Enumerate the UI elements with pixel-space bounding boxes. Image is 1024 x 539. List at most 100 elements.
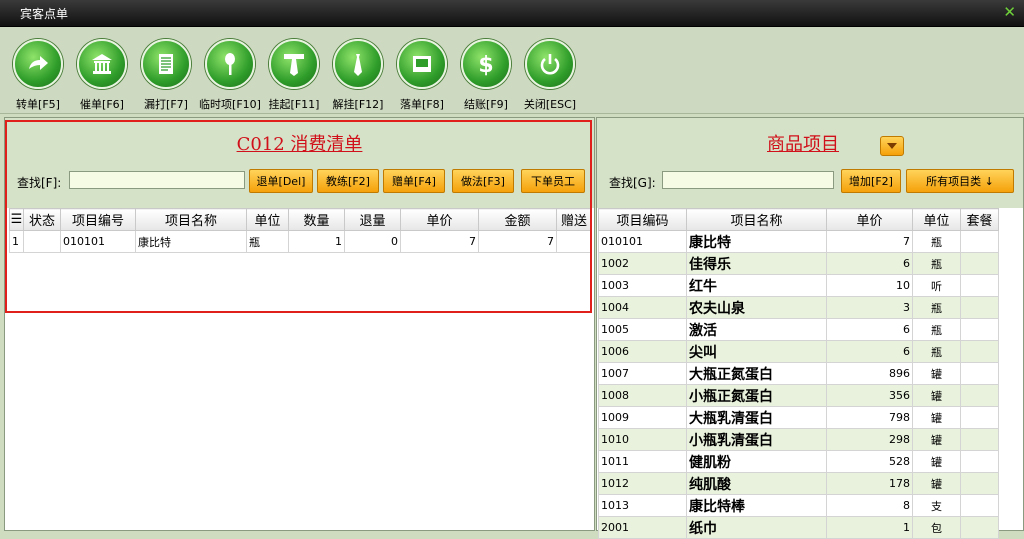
product-unit: 包 — [912, 516, 961, 539]
list-item[interactable]: 2001 纸巾 1 包 — [598, 516, 999, 539]
right-search-label: 查找[G]: — [609, 176, 656, 190]
chevron-down-icon[interactable] — [880, 136, 904, 156]
close-window-button[interactable]: 关闭[ESC] — [518, 39, 582, 112]
product-code: 1007 — [598, 362, 687, 385]
list-item[interactable]: 1009 大瓶乳清蛋白 798 罐 — [598, 406, 999, 429]
col-item-code[interactable]: 项目编号 — [60, 208, 136, 231]
product-set — [960, 252, 999, 275]
product-set — [960, 340, 999, 363]
col-product-name[interactable]: 项目名称 — [686, 208, 827, 231]
temp-item-label: 临时项[F10] — [199, 98, 261, 111]
transfer-order-button[interactable]: 转单[F5] — [6, 39, 70, 112]
close-icon[interactable]: ✕ — [1003, 3, 1016, 21]
col-unit[interactable]: 单位 — [246, 208, 289, 231]
checkout-button[interactable]: $ 结账[F9] — [454, 39, 518, 112]
col-product-unit[interactable]: 单位 — [912, 208, 961, 231]
product-code: 1003 — [598, 274, 687, 297]
product-code: 1011 — [598, 450, 687, 473]
product-set — [960, 296, 999, 319]
coach-button[interactable]: 教练[F2] — [317, 169, 379, 193]
list-item[interactable]: 1004 农夫山泉 3 瓶 — [598, 296, 999, 319]
list-item[interactable]: 1006 尖叫 6 瓶 — [598, 340, 999, 363]
product-set — [960, 516, 999, 539]
necktie-icon — [333, 39, 383, 89]
list-item[interactable]: 1003 红牛 10 听 — [598, 274, 999, 297]
product-name: 纯肌酸 — [686, 472, 827, 495]
product-unit: 支 — [912, 494, 961, 517]
col-product-price[interactable]: 单价 — [826, 208, 913, 231]
arrow-forward-icon — [13, 39, 63, 89]
product-set — [960, 428, 999, 451]
list-item[interactable]: 1002 佳得乐 6 瓶 — [598, 252, 999, 275]
row-unit: 瓶 — [246, 230, 289, 253]
consumption-table-header: ☰ 状态 项目编号 项目名称 单位 数量 退量 单价 金额 赠送 — [9, 208, 592, 231]
col-amount[interactable]: 金额 — [478, 208, 557, 231]
product-price: 10 — [826, 274, 913, 297]
product-unit: 罐 — [912, 362, 961, 385]
toolbar: 转单[F5] 催单[F6] 漏打[F7] 临时项[F10] 挂起[F11] 解挂… — [0, 27, 1024, 114]
left-search-input[interactable] — [69, 171, 245, 189]
gift-order-button[interactable]: 赠单[F4] — [383, 169, 445, 193]
list-item[interactable]: 1010 小瓶乳清蛋白 298 罐 — [598, 428, 999, 451]
product-set — [960, 230, 999, 253]
product-price: 298 — [826, 428, 913, 451]
preparation-button[interactable]: 做法[F3] — [452, 169, 514, 193]
product-unit: 听 — [912, 274, 961, 297]
product-unit: 罐 — [912, 472, 961, 495]
col-item-name[interactable]: 项目名称 — [135, 208, 247, 231]
col-quantity[interactable]: 数量 — [288, 208, 345, 231]
list-item[interactable]: 1013 康比特棒 8 支 — [598, 494, 999, 517]
product-table-header: 项目编码 项目名称 单价 单位 套餐 — [598, 208, 999, 231]
row-price: 7 — [400, 230, 479, 253]
product-price: 6 — [826, 340, 913, 363]
row-gift — [556, 230, 592, 253]
utensils-icon — [205, 39, 255, 89]
row-returned: 0 — [344, 230, 401, 253]
product-price: 798 — [826, 406, 913, 429]
add-item-button[interactable]: 增加[F2] — [841, 169, 901, 193]
list-item[interactable]: 1005 激活 6 瓶 — [598, 318, 999, 341]
list-item[interactable]: 1012 纯肌酸 178 罐 — [598, 472, 999, 495]
tie-icon — [269, 39, 319, 89]
col-returned[interactable]: 退量 — [344, 208, 401, 231]
item-category-dropdown[interactable]: 所有项目类 ↓ — [906, 169, 1014, 193]
hold-button[interactable]: 挂起[F11] — [262, 39, 326, 112]
dollar-icon: $ — [461, 39, 511, 89]
receipt-icon — [397, 39, 447, 89]
right-search-input[interactable] — [662, 171, 834, 189]
bank-icon — [77, 39, 127, 89]
release-button[interactable]: 解挂[F12] — [326, 39, 390, 112]
product-name: 康比特棒 — [686, 494, 827, 517]
place-order-button[interactable]: 落单[F8] — [390, 39, 454, 112]
list-item[interactable]: 010101 康比特 7 瓶 — [598, 230, 999, 253]
table-row[interactable]: 1 010101 康比特 瓶 1 0 7 7 — [9, 230, 592, 253]
col-gift[interactable]: 赠送 — [556, 208, 592, 231]
product-name: 健肌粉 — [686, 450, 827, 473]
return-order-button[interactable]: 退单[Del] — [249, 169, 313, 193]
missed-print-button[interactable]: 漏打[F7] — [134, 39, 198, 112]
product-set — [960, 494, 999, 517]
list-item[interactable]: 1007 大瓶正氮蛋白 896 罐 — [598, 362, 999, 385]
consumption-list-title: C012 消费清单 — [236, 134, 363, 155]
place-order-label: 落单[F8] — [400, 98, 444, 111]
release-label: 解挂[F12] — [332, 98, 384, 111]
product-code: 1010 — [598, 428, 687, 451]
product-set — [960, 362, 999, 385]
product-code: 1008 — [598, 384, 687, 407]
product-price: 896 — [826, 362, 913, 385]
urge-order-button[interactable]: 催单[F6] — [70, 39, 134, 112]
temp-item-button[interactable]: 临时项[F10] — [198, 39, 262, 112]
missed-print-label: 漏打[F7] — [144, 98, 188, 111]
list-item[interactable]: 1011 健肌粉 528 罐 — [598, 450, 999, 473]
list-item[interactable]: 1008 小瓶正氮蛋白 356 罐 — [598, 384, 999, 407]
order-staff-button[interactable]: 下单员工 — [521, 169, 585, 193]
col-price[interactable]: 单价 — [400, 208, 479, 231]
col-product-code[interactable]: 项目编码 — [598, 208, 687, 231]
product-set — [960, 450, 999, 473]
col-product-set[interactable]: 套餐 — [960, 208, 999, 231]
row-status — [23, 230, 61, 253]
product-items-panel: 商品项目 查找[G]: 增加[F2] 所有项目类 ↓ 项目编码 项目名称 单价 … — [596, 117, 1024, 539]
col-status[interactable]: 状态 — [23, 208, 61, 231]
product-name: 尖叫 — [686, 340, 827, 363]
row-menu-icon[interactable]: ☰ — [9, 208, 24, 231]
